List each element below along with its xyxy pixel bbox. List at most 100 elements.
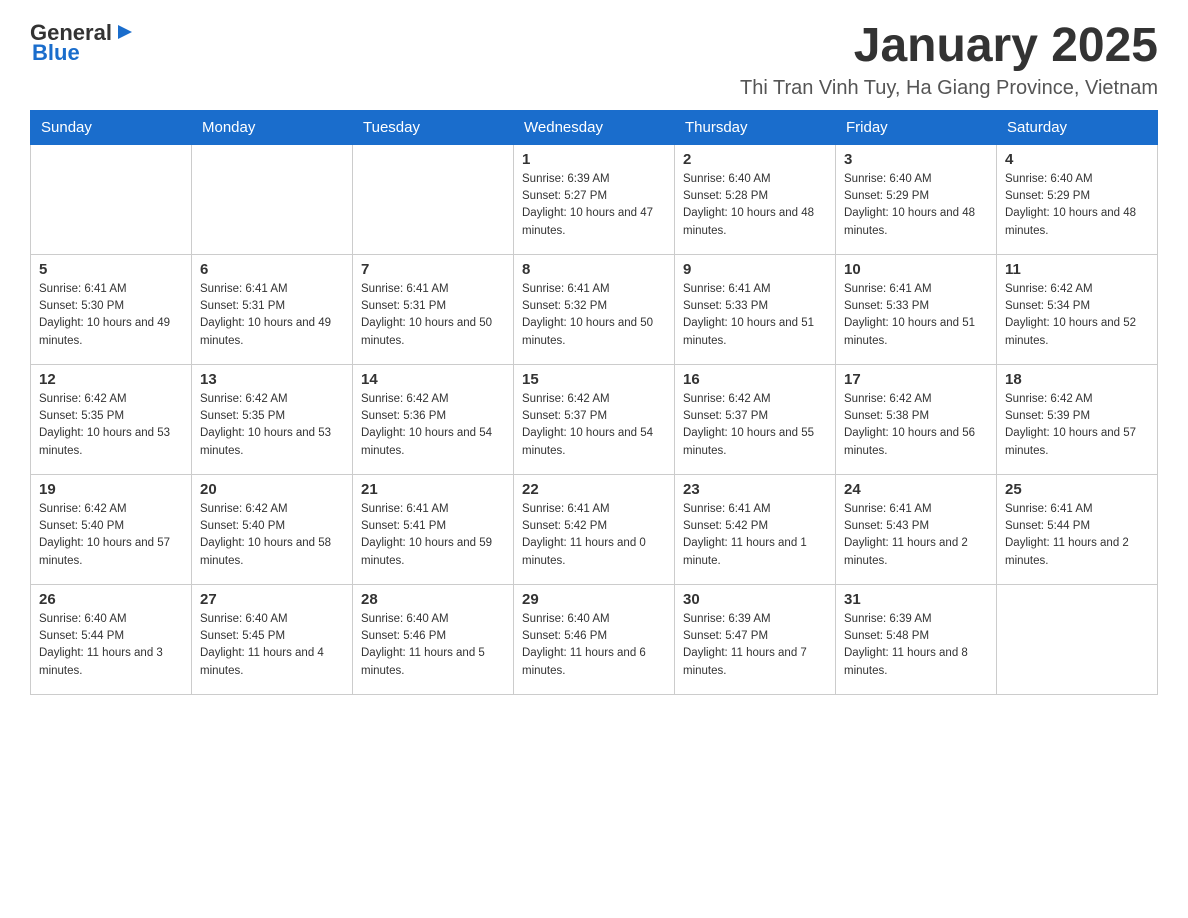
calendar-cell: 31Sunrise: 6:39 AM Sunset: 5:48 PM Dayli… [836, 584, 997, 694]
main-title: January 2025 [740, 20, 1158, 73]
day-number: 20 [200, 481, 344, 498]
calendar-cell: 29 Sunrise: 6:40 AM Sunset: 5:46 PM Dayli… [514, 584, 675, 694]
day-number: 14 [361, 371, 505, 388]
calendar-cell: 8Sunrise: 6:41 AM Sunset: 5:32 PM Daylig… [514, 254, 675, 364]
day-number: 6 [200, 261, 344, 278]
logo-arrow-icon [114, 21, 136, 43]
calendar-cell: 24Sunrise: 6:41 AM Sunset: 5:43 PM Dayli… [836, 474, 997, 584]
calendar-cell: 5Sunrise: 6:41 AM Sunset: 5:30 PM Daylig… [31, 254, 192, 364]
day-info: Sunrise: 6:42 AM Sunset: 5:35 PM Dayligh… [200, 391, 344, 460]
calendar-header-sunday: Sunday [31, 110, 192, 144]
calendar-header-wednesday: Wednesday [514, 110, 675, 144]
day-number: 18 [1005, 371, 1149, 388]
day-info: Sunrise: 6:42 AM Sunset: 5:40 PM Dayligh… [200, 501, 344, 570]
day-info: Sunrise: 6:41 AM Sunset: 5:44 PM Dayligh… [1005, 501, 1149, 570]
calendar-table: SundayMondayTuesdayWednesdayThursdayFrid… [30, 110, 1158, 695]
calendar-cell [997, 584, 1158, 694]
calendar-week-row: 1Sunrise: 6:39 AM Sunset: 5:27 PM Daylig… [31, 144, 1158, 254]
calendar-cell: 11 Sunrise: 6:42 AM Sunset: 5:34 PM Dayli… [997, 254, 1158, 364]
calendar-cell: 6 Sunrise: 6:41 AM Sunset: 5:31 PM Daylig… [192, 254, 353, 364]
calendar-cell [31, 144, 192, 254]
day-number: 8 [522, 261, 666, 278]
calendar-header-thursday: Thursday [675, 110, 836, 144]
calendar-week-row: 26 Sunrise: 6:40 AM Sunset: 5:44 PM Dayli… [31, 584, 1158, 694]
day-number: 16 [683, 371, 827, 388]
day-number: 11 [1005, 261, 1149, 278]
day-number: 30 [683, 591, 827, 608]
calendar-cell: 21Sunrise: 6:41 AM Sunset: 5:41 PM Dayli… [353, 474, 514, 584]
day-number: 1 [522, 151, 666, 168]
day-info: Sunrise: 6:41 AM Sunset: 5:30 PM Dayligh… [39, 281, 183, 350]
day-info: Sunrise: 6:40 AM Sunset: 5:28 PM Dayligh… [683, 171, 827, 240]
day-info: Sunrise: 6:41 AM Sunset: 5:42 PM Dayligh… [522, 501, 666, 570]
day-info: Sunrise: 6:39 AM Sunset: 5:47 PM Dayligh… [683, 611, 827, 680]
day-info: Sunrise: 6:42 AM Sunset: 5:37 PM Dayligh… [522, 391, 666, 460]
calendar-cell: 7 Sunrise: 6:41 AM Sunset: 5:31 PM Daylig… [353, 254, 514, 364]
day-number: 2 [683, 151, 827, 168]
day-info: Sunrise: 6:41 AM Sunset: 5:31 PM Dayligh… [361, 281, 505, 350]
page-header: General Blue January 2025 Thi Tran Vinh … [30, 20, 1158, 100]
day-info: Sunrise: 6:40 AM Sunset: 5:45 PM Dayligh… [200, 611, 344, 680]
calendar-cell [192, 144, 353, 254]
day-number: 22 [522, 481, 666, 498]
calendar-week-row: 19 Sunrise: 6:42 AM Sunset: 5:40 PM Dayli… [31, 474, 1158, 584]
day-info: Sunrise: 6:42 AM Sunset: 5:38 PM Dayligh… [844, 391, 988, 460]
calendar-header-friday: Friday [836, 110, 997, 144]
day-info: Sunrise: 6:41 AM Sunset: 5:33 PM Dayligh… [844, 281, 988, 350]
subtitle: Thi Tran Vinh Tuy, Ha Giang Province, Vi… [740, 77, 1158, 100]
day-info: Sunrise: 6:40 AM Sunset: 5:29 PM Dayligh… [844, 171, 988, 240]
calendar-cell: 19 Sunrise: 6:42 AM Sunset: 5:40 PM Dayli… [31, 474, 192, 584]
day-info: Sunrise: 6:42 AM Sunset: 5:34 PM Dayligh… [1005, 281, 1149, 350]
calendar-cell: 18 Sunrise: 6:42 AM Sunset: 5:39 PM Dayli… [997, 364, 1158, 474]
calendar-header-tuesday: Tuesday [353, 110, 514, 144]
calendar-cell: 14Sunrise: 6:42 AM Sunset: 5:36 PM Dayli… [353, 364, 514, 474]
calendar-cell: 25Sunrise: 6:41 AM Sunset: 5:44 PM Dayli… [997, 474, 1158, 584]
calendar-cell: 13 Sunrise: 6:42 AM Sunset: 5:35 PM Dayli… [192, 364, 353, 474]
day-info: Sunrise: 6:42 AM Sunset: 5:37 PM Dayligh… [683, 391, 827, 460]
day-number: 27 [200, 591, 344, 608]
day-number: 26 [39, 591, 183, 608]
calendar-week-row: 12Sunrise: 6:42 AM Sunset: 5:35 PM Dayli… [31, 364, 1158, 474]
day-number: 13 [200, 371, 344, 388]
day-info: Sunrise: 6:40 AM Sunset: 5:46 PM Dayligh… [522, 611, 666, 680]
day-number: 17 [844, 371, 988, 388]
day-info: Sunrise: 6:40 AM Sunset: 5:44 PM Dayligh… [39, 611, 183, 680]
calendar-cell: 27 Sunrise: 6:40 AM Sunset: 5:45 PM Dayli… [192, 584, 353, 694]
calendar-cell: 28 Sunrise: 6:40 AM Sunset: 5:46 PM Dayli… [353, 584, 514, 694]
calendar-cell: 17 Sunrise: 6:42 AM Sunset: 5:38 PM Dayli… [836, 364, 997, 474]
day-number: 28 [361, 591, 505, 608]
calendar-cell [353, 144, 514, 254]
day-number: 9 [683, 261, 827, 278]
day-number: 29 [522, 591, 666, 608]
day-number: 31 [844, 591, 988, 608]
calendar-cell: 9 Sunrise: 6:41 AM Sunset: 5:33 PM Daylig… [675, 254, 836, 364]
day-number: 7 [361, 261, 505, 278]
day-info: Sunrise: 6:42 AM Sunset: 5:40 PM Dayligh… [39, 501, 183, 570]
calendar-cell: 1Sunrise: 6:39 AM Sunset: 5:27 PM Daylig… [514, 144, 675, 254]
calendar-cell: 15 Sunrise: 6:42 AM Sunset: 5:37 PM Dayli… [514, 364, 675, 474]
calendar-week-row: 5Sunrise: 6:41 AM Sunset: 5:30 PM Daylig… [31, 254, 1158, 364]
calendar-cell: 23Sunrise: 6:41 AM Sunset: 5:42 PM Dayli… [675, 474, 836, 584]
logo-blue-text: Blue [32, 40, 80, 66]
day-number: 3 [844, 151, 988, 168]
day-info: Sunrise: 6:42 AM Sunset: 5:35 PM Dayligh… [39, 391, 183, 460]
day-info: Sunrise: 6:41 AM Sunset: 5:31 PM Dayligh… [200, 281, 344, 350]
calendar-cell: 3 Sunrise: 6:40 AM Sunset: 5:29 PM Daylig… [836, 144, 997, 254]
day-number: 4 [1005, 151, 1149, 168]
day-number: 19 [39, 481, 183, 498]
day-number: 21 [361, 481, 505, 498]
day-info: Sunrise: 6:40 AM Sunset: 5:29 PM Dayligh… [1005, 171, 1149, 240]
title-section: January 2025 Thi Tran Vinh Tuy, Ha Giang… [740, 20, 1158, 100]
calendar-cell: 30 Sunrise: 6:39 AM Sunset: 5:47 PM Dayli… [675, 584, 836, 694]
logo: General Blue [30, 20, 136, 66]
calendar-cell: 4 Sunrise: 6:40 AM Sunset: 5:29 PM Daylig… [997, 144, 1158, 254]
calendar-cell: 26 Sunrise: 6:40 AM Sunset: 5:44 PM Dayli… [31, 584, 192, 694]
day-info: Sunrise: 6:40 AM Sunset: 5:46 PM Dayligh… [361, 611, 505, 680]
calendar-header-monday: Monday [192, 110, 353, 144]
calendar-cell: 12Sunrise: 6:42 AM Sunset: 5:35 PM Dayli… [31, 364, 192, 474]
day-info: Sunrise: 6:41 AM Sunset: 5:43 PM Dayligh… [844, 501, 988, 570]
day-info: Sunrise: 6:41 AM Sunset: 5:42 PM Dayligh… [683, 501, 827, 570]
day-info: Sunrise: 6:41 AM Sunset: 5:33 PM Dayligh… [683, 281, 827, 350]
day-info: Sunrise: 6:42 AM Sunset: 5:39 PM Dayligh… [1005, 391, 1149, 460]
day-number: 15 [522, 371, 666, 388]
